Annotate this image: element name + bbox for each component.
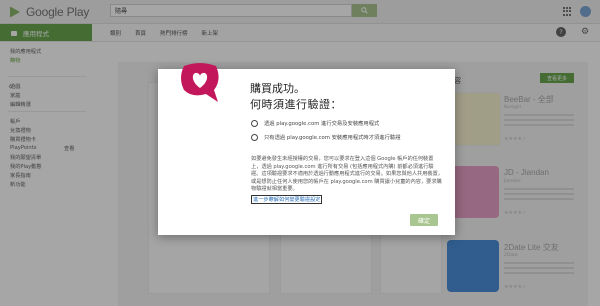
option-label: 透過 play.google.com 進行交易及安裝應用程式	[264, 121, 380, 127]
auth-option-install-only[interactable]: 只有透過 play.google.com 安裝應用程式時才須進行驗證	[251, 133, 401, 141]
dialog-title: 購買成功。	[250, 82, 305, 95]
ok-button[interactable]: 確定	[410, 214, 438, 226]
option-label: 只有透過 play.google.com 安裝應用程式時才須進行驗證	[264, 135, 401, 141]
learn-more-link[interactable]: 進一步瞭解如何變更驗證設定	[251, 195, 323, 204]
radio-button[interactable]	[251, 133, 258, 141]
radio-button[interactable]	[251, 119, 258, 127]
auth-option-all-purchases[interactable]: 透過 play.google.com 進行交易及安裝應用程式	[251, 119, 379, 127]
heart-chat-badge-icon	[181, 63, 219, 102]
purchase-success-dialog: 購買成功。 何時須進行驗證： 透過 play.google.com 進行交易及安…	[158, 63, 455, 235]
dialog-subtitle: 何時須進行驗證：	[250, 98, 342, 111]
dialog-description: 如要避免發生未經授權的交易，您可以要求在登入這個 Google 帳戶的任何裝置上…	[251, 156, 443, 193]
